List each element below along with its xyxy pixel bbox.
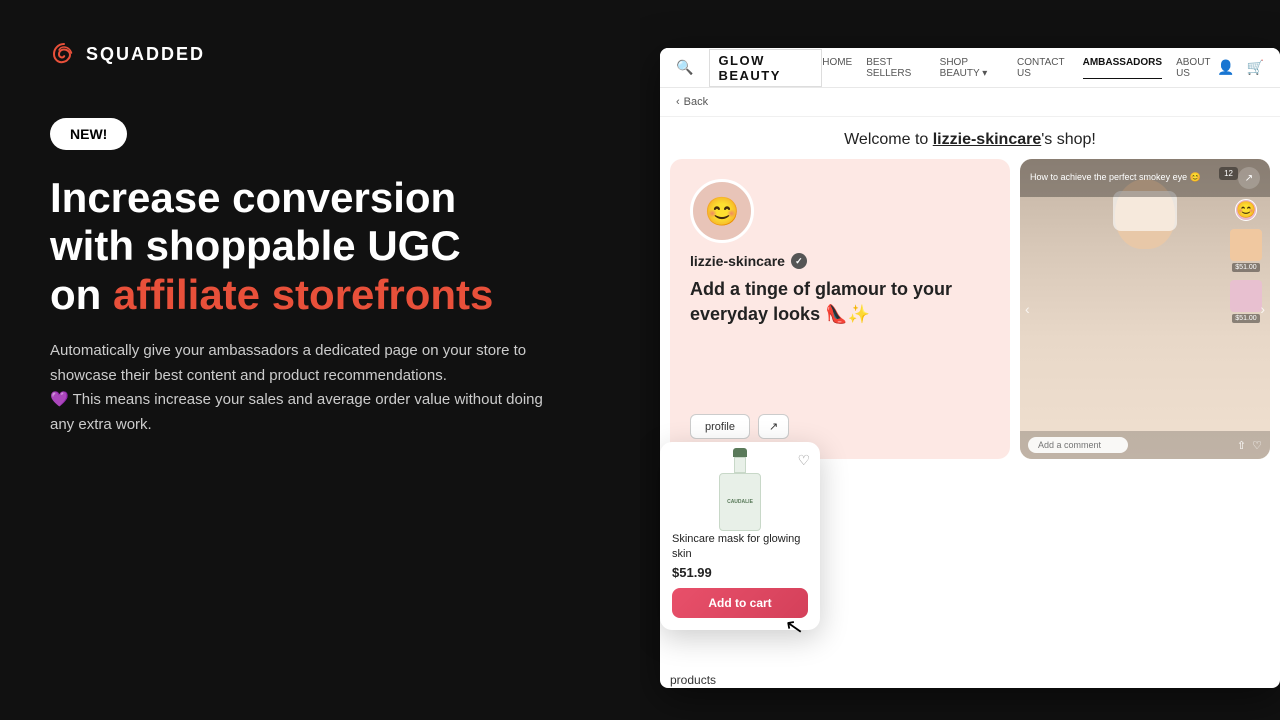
- like-action-icon[interactable]: ♡: [1252, 439, 1262, 452]
- sidebar-avatar[interactable]: 😊: [1235, 199, 1257, 221]
- nav-ambassadors[interactable]: AMBASSADORS: [1083, 57, 1162, 79]
- profile-name: lizzie-skincare ✓: [690, 253, 990, 269]
- video-sidebar: 😊 $51.00 $51.00: [1230, 199, 1262, 323]
- nav-links: HOME BEST SELLERS SHOP BEAUTY ▾ CONTACT …: [822, 57, 1217, 79]
- highlight-text: affiliate storefronts: [113, 271, 493, 318]
- video-counter: 12: [1219, 167, 1238, 180]
- share-action-icon[interactable]: ⇧: [1237, 439, 1246, 452]
- left-panel: SQUADDED NEW! Increase conversionwith sh…: [0, 0, 640, 720]
- cart-icon[interactable]: 🛒: [1247, 59, 1264, 76]
- squadded-logo-icon: [50, 40, 78, 68]
- store-brand: GLOW BEAUTY: [709, 49, 822, 87]
- new-badge: NEW!: [50, 118, 127, 150]
- nav-home[interactable]: HOME: [822, 57, 852, 79]
- nav-right: 👤 🛒: [1217, 59, 1264, 76]
- video-share-button[interactable]: ↗: [1238, 167, 1260, 189]
- video-actions: ⇧ ♡: [1237, 439, 1262, 452]
- video-title: How to achieve the perfect smokey eye 😊: [1030, 172, 1201, 184]
- subtext: Automatically give your ambassadors a de…: [50, 339, 550, 438]
- sidebar-product-img-1: [1230, 229, 1262, 261]
- video-face-mask: [1113, 191, 1177, 231]
- browser-nav: 🔍 GLOW BEAUTY HOME BEST SELLERS SHOP BEA…: [660, 48, 1280, 88]
- logo-text: SQUADDED: [86, 44, 205, 65]
- profile-actions: profile ↗: [690, 414, 990, 439]
- sidebar-price-1: $51.00: [1232, 263, 1259, 272]
- account-icon[interactable]: 👤: [1217, 59, 1234, 76]
- breadcrumb[interactable]: ‹ Back: [660, 88, 1280, 117]
- search-icon[interactable]: 🔍: [676, 59, 693, 76]
- back-arrow-icon: ‹: [676, 96, 680, 108]
- page-title-pre: Welcome to: [844, 131, 933, 148]
- floating-add-to-cart-button[interactable]: Add to cart: [672, 588, 808, 618]
- view-profile-button[interactable]: profile: [690, 414, 750, 439]
- profile-bio: Add a tinge of glamour to your everyday …: [690, 277, 990, 327]
- comment-input[interactable]: [1028, 437, 1128, 453]
- share-button[interactable]: ↗: [758, 414, 789, 439]
- sidebar-product-img-2: [1230, 280, 1262, 312]
- floating-product-price: $51.99: [672, 565, 808, 580]
- page-username[interactable]: lizzie-skincare: [933, 131, 1042, 148]
- verified-icon: ✓: [791, 253, 807, 269]
- next-video-button[interactable]: ›: [1260, 301, 1265, 317]
- page-title-post: 's shop!: [1041, 131, 1096, 148]
- page-title-area: Welcome to lizzie-skincare's shop!: [660, 117, 1280, 159]
- products-section-title: products: [670, 673, 1270, 687]
- avatar: 😊: [690, 179, 754, 243]
- back-label: Back: [684, 96, 708, 108]
- right-panel: 🔍 GLOW BEAUTY HOME BEST SELLERS SHOP BEA…: [640, 0, 1280, 720]
- video-bottom: ⇧ ♡: [1020, 431, 1270, 459]
- sidebar-product-1[interactable]: $51.00: [1230, 229, 1262, 272]
- main-headline: Increase conversionwith shoppable UGCon …: [50, 174, 590, 319]
- nav-left: 🔍 GLOW BEAUTY: [676, 49, 822, 87]
- floating-product-name: Skincare mask for glowing skin: [672, 532, 808, 561]
- video-card: How to achieve the perfect smokey eye 😊 …: [1020, 159, 1270, 459]
- sidebar-price-2: $51.00: [1232, 314, 1259, 323]
- floating-product-card: ♡ CAUDALIE Skincare mask for glowing ski…: [660, 442, 820, 630]
- nav-shopbeauty[interactable]: SHOP BEAUTY ▾: [940, 57, 1003, 79]
- prev-video-button[interactable]: ‹: [1025, 301, 1030, 317]
- floating-fav-icon[interactable]: ♡: [797, 452, 810, 469]
- profile-card: 😊 lizzie-skincare ✓ Add a tinge of glamo…: [670, 159, 1010, 459]
- nav-contact[interactable]: CONTACT US: [1017, 57, 1069, 79]
- username-label: lizzie-skincare: [690, 253, 785, 269]
- logo: SQUADDED: [50, 40, 590, 68]
- floating-product-image: CAUDALIE: [700, 454, 780, 524]
- products-section: products ♡ CAUDALIE Skincare: [660, 669, 1280, 688]
- sidebar-product-2[interactable]: $51.00: [1230, 280, 1262, 323]
- nav-bestsellers[interactable]: BEST SELLERS: [866, 57, 925, 79]
- nav-about[interactable]: ABOUT US: [1176, 57, 1217, 79]
